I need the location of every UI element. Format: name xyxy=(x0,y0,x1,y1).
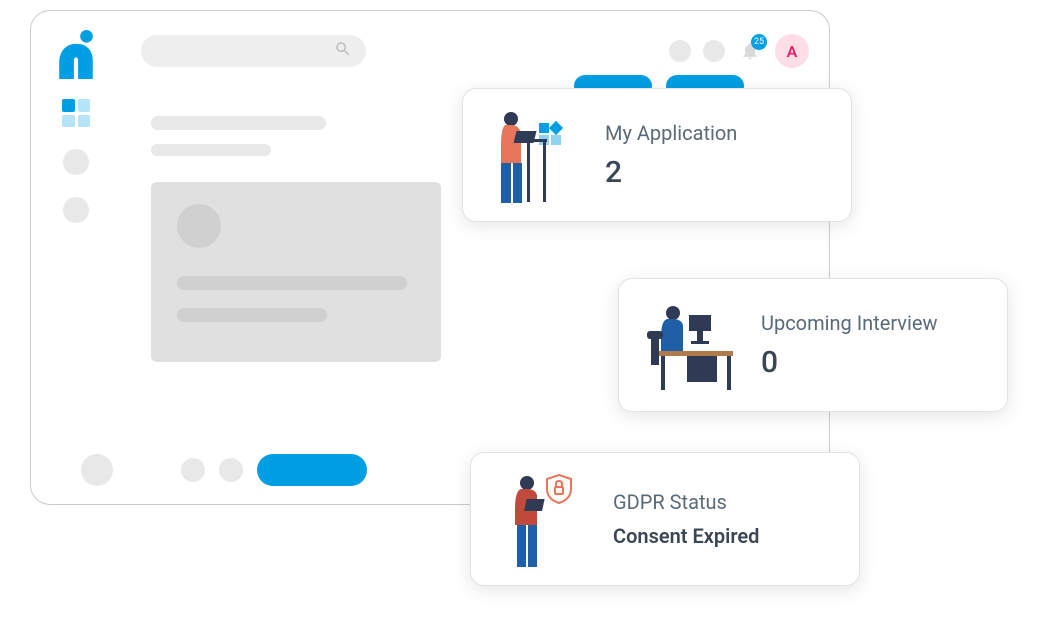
search-icon xyxy=(334,40,352,62)
user-avatar[interactable]: A xyxy=(775,34,809,68)
bottom-primary-button[interactable] xyxy=(257,454,367,486)
skeleton-title xyxy=(151,116,326,130)
person-shield-icon xyxy=(489,469,589,569)
stat-card-value: 2 xyxy=(605,155,737,190)
stat-card-title: Upcoming Interview xyxy=(761,311,937,335)
app-window: 25 A xyxy=(30,10,830,505)
stat-card-title: My Application xyxy=(605,121,737,145)
person-desk-icon xyxy=(637,295,737,395)
stat-card-value: Consent Expired xyxy=(613,524,759,548)
topbar-action-1[interactable] xyxy=(669,40,691,62)
skeleton-card xyxy=(151,182,441,362)
sidebar xyxy=(31,11,121,504)
stat-card-application[interactable]: My Application 2 xyxy=(462,88,852,222)
nav-item-3[interactable] xyxy=(63,197,89,223)
avatar-initial: A xyxy=(787,42,798,61)
skeleton-line-2 xyxy=(177,308,327,322)
nav-dashboard-icon[interactable] xyxy=(62,99,90,127)
bottom-action-2[interactable] xyxy=(181,458,205,482)
stat-card-value: 0 xyxy=(761,345,937,380)
topbar-actions: 25 A xyxy=(669,34,809,68)
person-laptop-standing-icon xyxy=(481,105,581,205)
notification-count-badge: 25 xyxy=(751,34,767,50)
notifications-button[interactable]: 25 xyxy=(737,38,763,64)
skeleton-subtitle xyxy=(151,144,271,156)
stat-card-title: GDPR Status xyxy=(613,490,759,514)
skeleton-line-1 xyxy=(177,276,407,290)
topbar-action-2[interactable] xyxy=(703,40,725,62)
main-content xyxy=(151,116,441,362)
bottom-action-3[interactable] xyxy=(219,458,243,482)
nav-item-2[interactable] xyxy=(63,149,89,175)
bottom-action-1[interactable] xyxy=(81,454,113,486)
stat-card-gdpr[interactable]: GDPR Status Consent Expired xyxy=(470,452,860,586)
stat-card-interview[interactable]: Upcoming Interview 0 xyxy=(618,278,1008,412)
app-logo xyxy=(55,29,97,77)
topbar: 25 A xyxy=(141,31,809,71)
skeleton-avatar xyxy=(177,204,221,248)
bottom-bar xyxy=(81,454,367,486)
search-input[interactable] xyxy=(141,35,366,67)
